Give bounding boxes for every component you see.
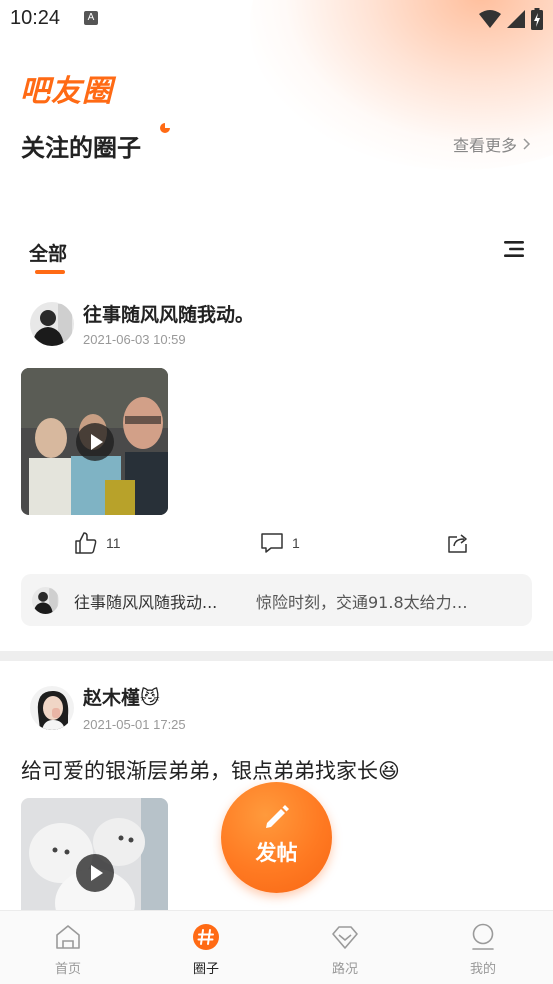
- profile-icon: [472, 923, 494, 950]
- brand-logo: 吧友圈: [20, 74, 113, 109]
- avatar[interactable]: [30, 686, 74, 730]
- nav-home[interactable]: 首页: [23, 911, 113, 984]
- pencil-icon: [266, 805, 289, 828]
- circle-hash-icon: [193, 924, 219, 950]
- wifi-icon: [479, 10, 501, 28]
- nav-label: 圈子: [192, 962, 219, 977]
- nav-circles[interactable]: 圈子: [161, 911, 251, 984]
- new-dot-icon: [160, 123, 170, 133]
- nav-profile[interactable]: 我的: [438, 911, 528, 984]
- nav-traffic[interactable]: 路况: [300, 911, 390, 984]
- bottom-nav: 首页 圈子 路况 我的: [0, 910, 553, 984]
- section-title: 关注的圈子: [21, 134, 141, 162]
- author-name[interactable]: 赵木槿😼: [83, 683, 160, 710]
- nav-label: 首页: [54, 962, 81, 977]
- notification-icon: A: [84, 11, 98, 25]
- chevron-right-icon: [523, 138, 531, 150]
- status-bar: 10:24 A: [0, 0, 553, 38]
- status-time: 10:24: [10, 7, 61, 29]
- signal-icon: [507, 10, 525, 28]
- create-post-button[interactable]: 发帖: [221, 782, 332, 893]
- status-icons: [479, 8, 543, 30]
- road-diamond-icon: [332, 926, 358, 949]
- nav-label: 我的: [469, 962, 496, 977]
- see-more-label: 查看更多: [452, 136, 517, 155]
- home-icon: [56, 925, 80, 949]
- play-icon[interactable]: [76, 854, 114, 892]
- post-time: 2021-05-01 17:25: [83, 717, 186, 732]
- post-text[interactable]: 给可爱的银渐层弟弟，银点弟弟找家长😆: [21, 755, 400, 785]
- battery-icon: [531, 8, 543, 30]
- nav-label: 路况: [331, 962, 358, 977]
- create-post-label: 发帖: [255, 841, 298, 865]
- see-more-link[interactable]: 查看更多: [453, 132, 531, 156]
